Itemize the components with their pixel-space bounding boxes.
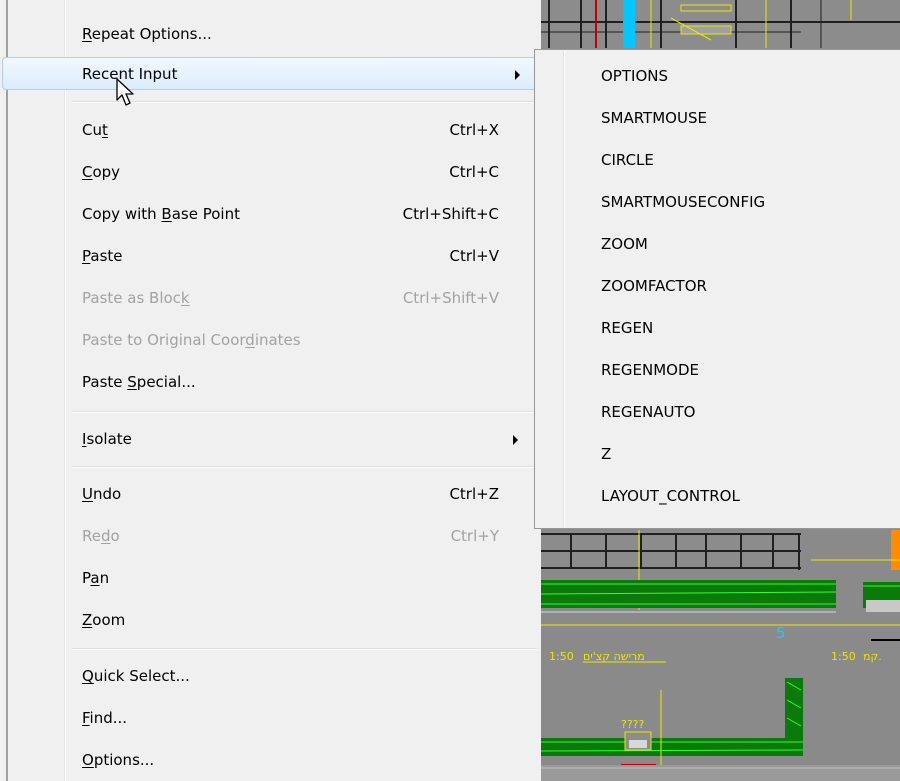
menu-item-shortcut: Ctrl+C (449, 163, 499, 181)
menu-item-label: Paste to Original Coordinates (82, 331, 301, 349)
menu-item-isolate[interactable]: Isolate (8, 423, 539, 455)
menu-item-zoom[interactable]: Zoom (8, 604, 539, 636)
menu-item-paste-original-coordinates[interactable]: Paste to Original Coordinates (8, 324, 539, 356)
recent-input-submenu: OPTIONS SMARTMOUSE CIRCLE SMARTMOUSECONFIG Z… (534, 49, 900, 529)
menu-item-label: Undo (82, 485, 122, 503)
drawing-number-label: 5 (776, 624, 786, 642)
menu-item-paste-as-block[interactable]: Paste as Block Ctrl+Shift+V (8, 282, 539, 314)
menu-item-shortcut: Ctrl+Shift+V (402, 289, 499, 307)
menu-item-label: Redo (82, 527, 120, 545)
menu-item-label: Paste as Block (82, 289, 190, 307)
submenu-item[interactable]: SMARTMOUSE (601, 109, 707, 129)
menu-item-quick-select[interactable]: Quick Select... (8, 660, 539, 692)
menu-item-label: Find... (82, 709, 128, 727)
menu-item-label: Isolate (82, 430, 132, 448)
menu-item-shortcut: Ctrl+Shift+C (402, 205, 499, 223)
menu-item-label: Paste (82, 247, 123, 265)
menu-item-shortcut: Ctrl+Y (450, 527, 499, 545)
mouse-cursor-icon (116, 78, 134, 106)
menu-item-options[interactable]: Options... (8, 744, 539, 776)
menu-item-shortcut: Ctrl+V (449, 247, 499, 265)
submenu-item[interactable]: REGEN (601, 319, 653, 339)
submenu-item[interactable]: Z (601, 445, 611, 465)
menu-item-undo[interactable]: Undo Ctrl+Z (8, 478, 539, 510)
menu-item-label: Cut (82, 121, 108, 139)
menu-item-label: Repeat Options... (82, 25, 212, 43)
menu-item-recent-input[interactable]: Recent Input (2, 57, 542, 90)
drawing-scale-label-2: 1:50 (831, 650, 856, 663)
drawing-hebrew-label-1: מרישה קצ'ים (583, 650, 645, 663)
submenu-item[interactable]: CIRCLE (601, 151, 654, 171)
menu-item-paste[interactable]: Paste Ctrl+V (8, 240, 539, 272)
menu-item-shortcut: Ctrl+X (449, 121, 499, 139)
menu-item-label: Options... (82, 751, 155, 769)
menu-item-copy[interactable]: Copy Ctrl+C (8, 156, 539, 188)
menu-separator (72, 648, 537, 650)
drawing-scale-label-1: 1:50 (549, 650, 574, 663)
submenu-item[interactable]: LAYOUT_CONTROL (601, 487, 740, 507)
menu-item-repeat-options[interactable]: Repeat Options... (8, 18, 539, 50)
menu-item-label: Quick Select... (82, 667, 190, 685)
menu-item-pan[interactable]: Pan (8, 562, 539, 594)
drawing-question-marks: ???? (621, 718, 645, 731)
menu-item-paste-special[interactable]: Paste Special... (8, 366, 539, 398)
menu-item-shortcut: Ctrl+Z (449, 485, 499, 503)
submenu-arrow-icon (513, 435, 518, 445)
menu-item-cut[interactable]: Cut Ctrl+X (8, 114, 539, 146)
menu-item-label: Paste Special... (82, 373, 196, 391)
submenu-item[interactable]: ZOOMFACTOR (601, 277, 707, 297)
menu-item-copy-base-point[interactable]: Copy with Base Point Ctrl+Shift+C (8, 198, 539, 230)
context-menu: Repeat Options... Recent Input Cut Ctrl+… (0, 0, 542, 781)
submenu-item[interactable]: ZOOM (601, 235, 648, 255)
submenu-item[interactable]: OPTIONS (601, 67, 668, 87)
submenu-item[interactable]: REGENMODE (601, 361, 699, 381)
submenu-item[interactable]: REGENAUTO (601, 403, 695, 423)
menu-item-label: Pan (82, 569, 110, 587)
menu-separator (72, 466, 537, 468)
menu-item-label: Copy with Base Point (82, 205, 240, 223)
menu-item-redo[interactable]: Redo Ctrl+Y (8, 520, 539, 552)
menu-item-find[interactable]: Find... (8, 702, 539, 734)
submenu-arrow-icon (515, 70, 520, 80)
menu-item-label: Copy (82, 163, 121, 181)
drawing-hebrew-label-2: קמ. (863, 650, 882, 663)
menu-item-label: Zoom (82, 611, 126, 629)
submenu-icon-gutter (563, 50, 565, 528)
submenu-item[interactable]: SMARTMOUSECONFIG (601, 193, 765, 213)
menu-separator (72, 411, 537, 413)
